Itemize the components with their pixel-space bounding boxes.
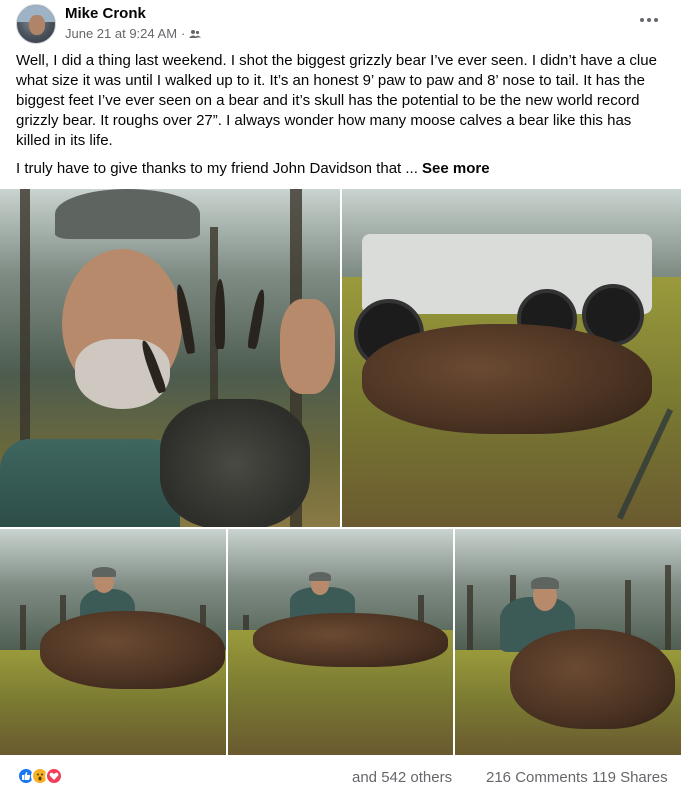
photo-paw-selfie[interactable] [0, 189, 340, 527]
author-name[interactable]: Mike Cronk [65, 5, 146, 22]
avatar[interactable] [16, 4, 56, 44]
love-icon [45, 767, 63, 785]
post-paragraph-2-text: I truly have to give thanks to my friend… [16, 160, 418, 177]
photo-bear-atv[interactable] [342, 189, 681, 527]
post-header: Mike Cronk June 21 at 9:24 AM · [0, 0, 681, 46]
reaction-count[interactable]: and 542 others [352, 769, 452, 786]
photo-hunter-bear-1[interactable] [0, 529, 226, 755]
post-footer: and 542 others 216 Comments 119 Shares [0, 758, 681, 798]
reaction-summary[interactable] [17, 767, 63, 785]
post-meta: June 21 at 9:24 AM · [65, 26, 202, 41]
shares-count[interactable]: 119 Shares [592, 769, 668, 786]
more-horizontal-icon[interactable] [633, 8, 665, 32]
see-more-link[interactable]: See more [422, 160, 490, 177]
post-paragraph-1: Well, I did a thing last weekend. I shot… [16, 52, 657, 149]
post-paragraph-2: I truly have to give thanks to my friend… [16, 159, 666, 179]
photo-hunter-bear-3[interactable] [455, 529, 681, 755]
photo-hunter-bear-2[interactable] [228, 529, 453, 755]
meta-separator: · [181, 26, 186, 41]
timestamp[interactable]: June 21 at 9:24 AM [65, 26, 177, 41]
post-body: Well, I did a thing last weekend. I shot… [16, 51, 666, 187]
comments-count[interactable]: 216 Comments [486, 769, 588, 786]
friends-icon[interactable] [189, 29, 202, 39]
